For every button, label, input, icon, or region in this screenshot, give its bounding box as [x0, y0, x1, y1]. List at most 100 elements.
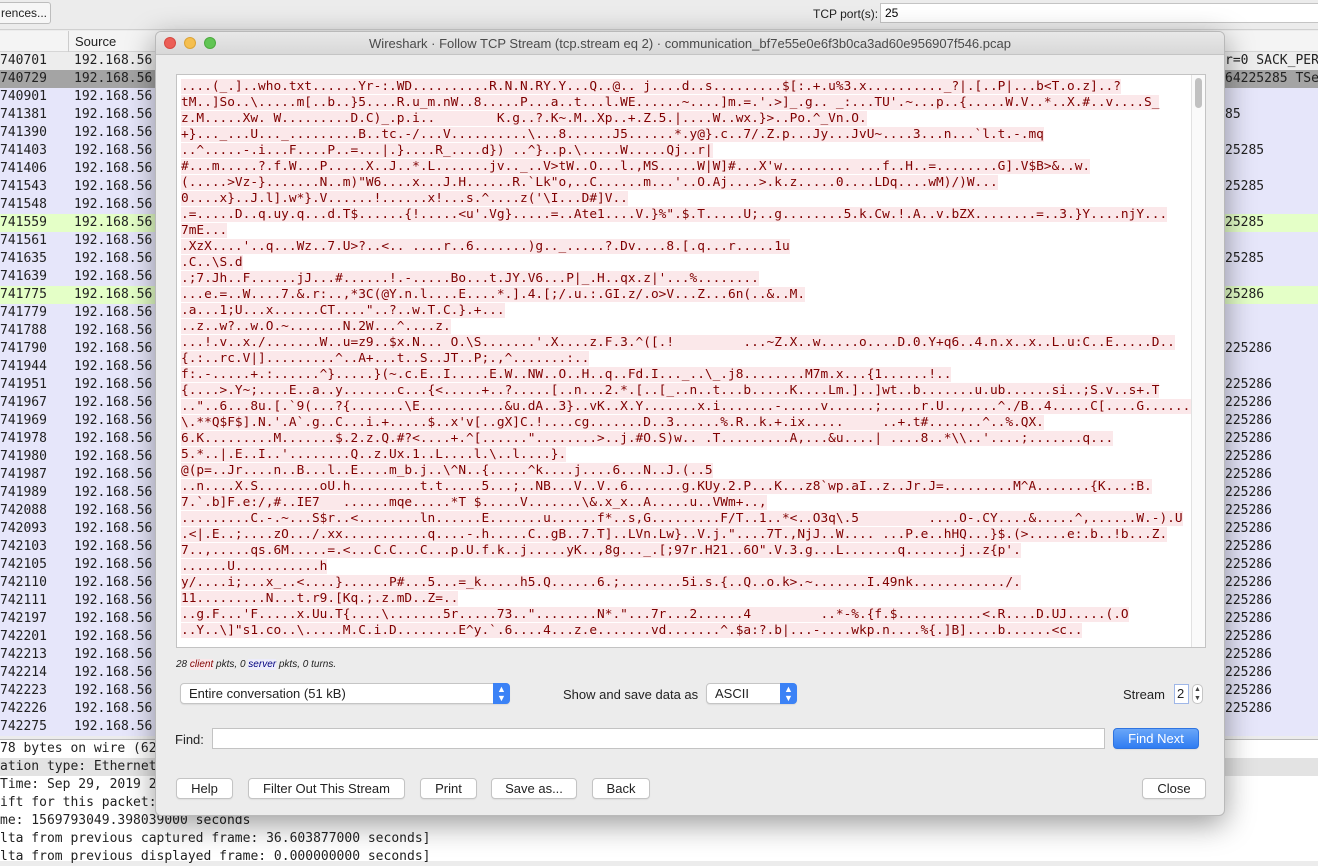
stream-line: z.M.....Xw. W.........D.C)_.p.i.. K.g..?…	[181, 111, 1187, 127]
packet-no: 740729	[0, 71, 47, 86]
stream-line-text: +}..._...U..._.........B..tc.-/...V.....…	[181, 127, 1044, 142]
scrollbar-thumb[interactable]	[1195, 78, 1202, 108]
help-button[interactable]: Help	[176, 778, 233, 799]
stream-line: ..^.....-.i...F....P..=...|.}....R_....d…	[181, 143, 1187, 159]
stream-line-text: tM..]So..\.....m[..b..}5....R.u_m.nW..8.…	[181, 95, 1160, 110]
stream-line-text: 7mE...	[181, 223, 228, 238]
packet-src: 192.168.56	[74, 179, 153, 194]
packet-src: 192.168.56	[74, 431, 153, 446]
packet-info: 225286	[1225, 521, 1272, 536]
stream-line-text: (.....>Vz-}.......N..m)"W6....x...J.H...…	[181, 175, 998, 190]
vertical-scrollbar[interactable]	[1191, 75, 1205, 647]
detail-line[interactable]: lta from previous captured frame: 36.603…	[0, 830, 1318, 848]
packet-info: 225286	[1225, 647, 1272, 662]
data-format-select[interactable]: ASCII ▲ ▼	[706, 683, 797, 704]
packet-no: 741775	[0, 287, 47, 302]
packet-info: 225286	[1225, 683, 1272, 698]
packet-info: 225286	[1225, 377, 1272, 392]
stream-line: y/....i;...x_..<....}......P#...5...=_k.…	[181, 575, 1187, 591]
conversation-select[interactable]: Entire conversation (51 kB) ▲ ▼	[180, 683, 510, 704]
packet-info: 225286	[1225, 341, 1272, 356]
packet-info: 25285	[1225, 215, 1265, 230]
packet-no: 741951	[0, 377, 47, 392]
stream-line-text: ...e.=..W....7.&.r:..,*3C(@Y.n.l....E...…	[181, 287, 806, 302]
packet-src: 192.168.56	[74, 575, 153, 590]
detail-line[interactable]: lta from previous displayed frame: 0.000…	[0, 848, 1318, 866]
packet-no: 741548	[0, 197, 47, 212]
stream-line: .a...1;U...x......CT...."..?..w.T.C.}.+.…	[181, 303, 1187, 319]
column-header-source[interactable]: Source	[68, 31, 116, 52]
client-label: client	[189, 659, 214, 670]
main-toolbar: rences... TCP port(s):	[0, 0, 1318, 30]
stream-line-text: ......U...........h	[181, 559, 328, 574]
stream-line-text: \.**Q$F$].N.'.A`.g..C...i.+.....$..x'v[.…	[181, 415, 1044, 430]
stream-line-text: z.M.....Xw. W.........D.C)_.p.i.. K.g..?…	[181, 111, 867, 126]
title-bar: Wireshark · Follow TCP Stream (tcp.strea…	[156, 32, 1224, 55]
packet-src: 192.168.56	[74, 125, 153, 140]
packet-no: 742103	[0, 539, 47, 554]
stream-line-text: ..Y..\]"s1.co..\.....M.C.i.D........E^y.…	[181, 623, 1083, 638]
stream-line-text: ..z..w?..w.O.~.......N.2W...^....z.	[181, 319, 451, 334]
packet-no: 741987	[0, 467, 47, 482]
packet-no: 741788	[0, 323, 47, 338]
close-window-icon[interactable]	[164, 37, 176, 49]
stream-line-text: f:.-.....+.:......^}.....}(~.c.E..I.....…	[181, 367, 952, 382]
stream-content[interactable]: ....(_.]..who.txt......Yr-:.WD..........…	[176, 74, 1206, 648]
packet-no: 741635	[0, 251, 47, 266]
server-label: server	[248, 659, 277, 670]
packet-src: 192.168.56	[74, 287, 153, 302]
packet-src: 192.168.56	[74, 251, 153, 266]
packet-info: 225286	[1225, 611, 1272, 626]
filter-out-stream-button[interactable]: Filter Out This Stream	[248, 778, 405, 799]
packet-no: 741381	[0, 107, 47, 122]
packet-src: 192.168.56	[74, 107, 153, 122]
stream-line-text: 7.`.b]F.e:/,#..IE7 ......mqe.....*T $...…	[181, 495, 767, 510]
packet-src: 192.168.56	[74, 341, 153, 356]
packet-src: 192.168.56	[74, 161, 153, 176]
packet-src: 192.168.56	[74, 611, 153, 626]
close-button[interactable]: Close	[1142, 778, 1206, 799]
packet-info: 25285	[1225, 251, 1265, 266]
packet-no: 742226	[0, 701, 47, 716]
packet-src: 192.168.56	[74, 143, 153, 158]
stream-line: 0....x}..J.l].w*}.V......!......x!...s.^…	[181, 191, 1187, 207]
stream-line: tM..]So..\.....m[..b..}5....R.u_m.nW..8.…	[181, 95, 1187, 111]
packet-src: 192.168.56	[74, 377, 153, 392]
packet-info: 225286	[1225, 503, 1272, 518]
find-next-button[interactable]: Find Next	[1113, 728, 1199, 749]
stream-stepper[interactable]: ▲ ▼	[1192, 684, 1203, 704]
packet-src: 192.168.56	[74, 215, 153, 230]
save-as-button[interactable]: Save as...	[491, 778, 577, 799]
packet-info: 225286	[1225, 485, 1272, 500]
stream-line-text: .."..6...8u.[.`9(...?{.......\E.........…	[181, 399, 1198, 414]
packet-src: 192.168.56	[74, 485, 153, 500]
stream-number-input[interactable]: 2	[1174, 684, 1189, 704]
tcp-ports-input[interactable]	[880, 3, 1318, 23]
zoom-window-icon[interactable]	[204, 37, 216, 49]
packet-no: 741980	[0, 449, 47, 464]
stream-line: ...e.=..W....7.&.r:..,*3C(@Y.n.l....E...…	[181, 287, 1187, 303]
stream-line: ..z..w?..w.O.~.......N.2W...^....z.	[181, 319, 1187, 335]
stream-line-text: .;7.Jh..F......jJ...#......!.-.....Bo...…	[181, 271, 759, 286]
packet-no: 741978	[0, 431, 47, 446]
back-button[interactable]: Back	[592, 778, 650, 799]
find-input[interactable]	[212, 728, 1105, 749]
stream-line-text: 6.K.........M.......$.2.z.Q.#?<....+.^[.…	[181, 431, 1114, 446]
stream-line-text: .=.....D..q.uy.q...d.T$......{!.....<u'.…	[181, 207, 1168, 222]
find-label: Find:	[175, 732, 204, 747]
minimize-window-icon[interactable]	[184, 37, 196, 49]
packet-info: 225286	[1225, 431, 1272, 446]
stream-line-text: ...!.v..x./.......W..u=z9..$x.N... O.\S.…	[181, 335, 1175, 350]
packet-src: 192.168.56	[74, 197, 153, 212]
packet-info: 225286	[1225, 395, 1272, 410]
packet-no: 742111	[0, 593, 47, 608]
packet-src: 192.168.56	[74, 593, 153, 608]
preferences-button[interactable]: rences...	[0, 2, 51, 24]
packet-no: 740701	[0, 53, 47, 68]
stream-line-text: 5.*..|.E..I..'........Q..z.Ux.1..L....l.…	[181, 447, 567, 462]
packet-src: 192.168.56	[74, 89, 153, 104]
stream-label: Stream	[1123, 687, 1165, 702]
stream-line: .=.....D..q.uy.q...d.T$......{!.....<u'.…	[181, 207, 1187, 223]
packet-no: 741967	[0, 395, 47, 410]
print-button[interactable]: Print	[420, 778, 477, 799]
